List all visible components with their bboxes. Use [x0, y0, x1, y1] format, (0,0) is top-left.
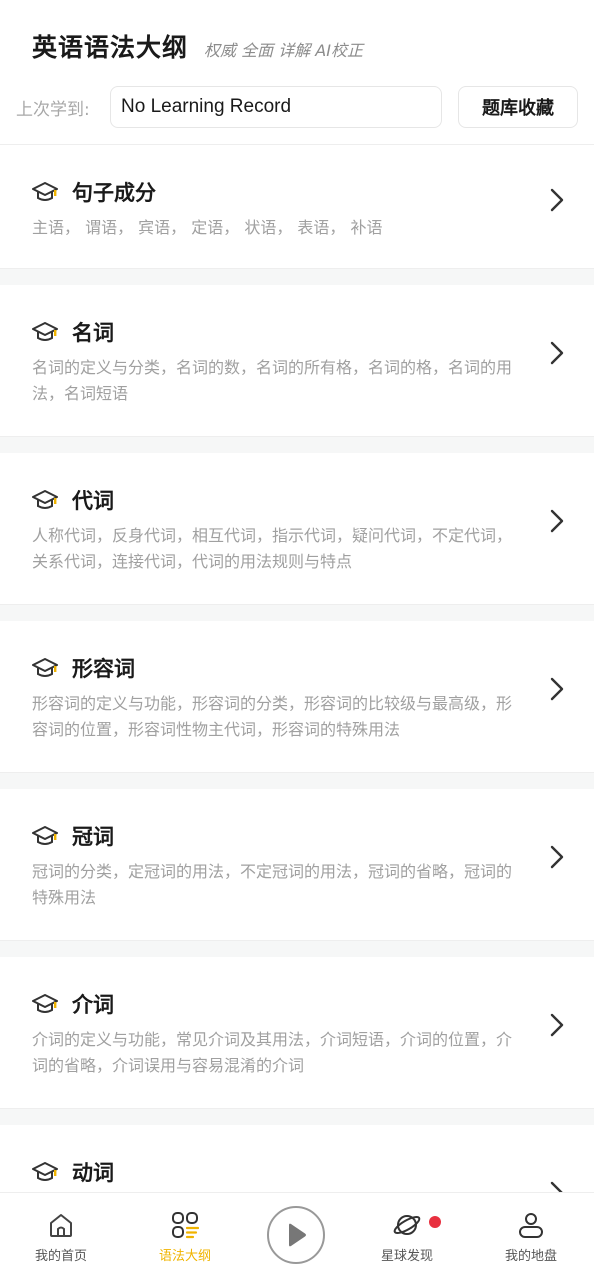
topic-description: 介词的定义与功能，常见介词及其用法，介词短语，介词的位置，介词的省略，介词误用与… [32, 1030, 513, 1075]
tab-discover[interactable]: 星球发现 [348, 1193, 466, 1280]
page-title: 英语语法大纲 [32, 33, 189, 62]
divider [0, 269, 594, 285]
tab-grammar-label: 语法大纲 [158, 1249, 211, 1264]
graduation-cap-icon [32, 658, 58, 677]
topic-head: 介词 [32, 989, 114, 1019]
divider [0, 437, 594, 453]
topic-title: 冠词 [72, 825, 114, 849]
page-subtitle: 权威 全面 详解 AI校正 [204, 41, 363, 60]
user-icon [519, 1213, 543, 1238]
play-button[interactable] [267, 1206, 325, 1264]
tab-profile[interactable]: 我的地盘 [472, 1193, 590, 1280]
tab-home[interactable]: 我的首页 [2, 1193, 120, 1280]
chevron-right-icon [550, 677, 564, 701]
topic-title: 名词 [72, 321, 114, 345]
topic-head: 代词 [32, 485, 114, 515]
home-icon [50, 1214, 72, 1237]
question-bank-button[interactable]: 题库收藏 [458, 86, 578, 128]
topic-card[interactable]: 冠词 冠词的分类，定冠词的用法，不定冠词的用法，冠词的省略，冠词的特殊用法 [0, 789, 594, 941]
topic-description: 人称代词，反身代词，相互代词，指示代词，疑问代词，不定代词，关系代词，连接代词，… [32, 526, 513, 571]
topic-description: 冠词的分类，定冠词的用法，不定冠词的用法，冠词的省略，冠词的特殊用法 [32, 862, 513, 907]
grid-list-icon [172, 1212, 199, 1239]
topic-card[interactable]: 形容词 形容词的定义与功能，形容词的分类，形容词的比较级与最高级，形容词的位置，… [0, 621, 594, 773]
graduation-cap-icon [32, 994, 58, 1013]
topic-head: 句子成分 [32, 177, 156, 207]
topic-head: 形容词 [32, 653, 135, 683]
topic-card[interactable]: 动词 [0, 1125, 594, 1192]
topic-description: 主语， 谓语， 宾语， 定语， 状语， 表语， 补语 [32, 218, 383, 237]
topic-card[interactable]: 名词 名词的定义与分类，名词的数，名词的所有格，名词的格，名词的用法，名词短语 [0, 285, 594, 437]
topic-title: 句子成分 [72, 181, 156, 205]
topic-card[interactable]: 句子成分 主语， 谓语， 宾语， 定语， 状语， 表语， 补语 [0, 145, 594, 269]
divider [0, 941, 594, 957]
graduation-cap-icon [32, 826, 58, 845]
topic-card[interactable]: 介词 介词的定义与功能，常见介词及其用法，介词短语，介词的位置，介词的省略，介词… [0, 957, 594, 1109]
tab-profile-label: 我的地盘 [504, 1249, 557, 1264]
topic-title: 动词 [72, 1161, 114, 1185]
last-study-label: 上次学到: [16, 99, 90, 120]
play-icon [289, 1223, 306, 1247]
topic-description: 形容词的定义与功能，形容词的分类，形容词的比较级与最高级，形容词的位置，形容词性… [32, 694, 513, 739]
chevron-right-icon [550, 509, 564, 533]
planet-icon [393, 1215, 421, 1235]
topic-description: 名词的定义与分类，名词的数，名词的所有格，名词的格，名词的用法，名词短语 [32, 358, 513, 403]
graduation-cap-icon [32, 322, 58, 341]
chevron-right-icon [550, 1181, 563, 1192]
chevron-right-icon [550, 341, 564, 365]
divider [0, 773, 594, 789]
topic-title: 代词 [72, 489, 114, 513]
topic-head: 名词 [32, 317, 114, 347]
chevron-right-icon [550, 1013, 564, 1037]
title-row: 英语语法大纲 权威 全面 详解 AI校正 [32, 28, 363, 64]
topic-card[interactable]: 代词 人称代词，反身代词，相互代词，指示代词，疑问代词，不定代词，关系代词，连接… [0, 453, 594, 605]
notification-dot [429, 1216, 441, 1228]
tab-discover-label: 星球发现 [380, 1249, 433, 1264]
topic-head: 动词 [32, 1157, 114, 1187]
header: 英语语法大纲 权威 全面 详解 AI校正 上次学到: No Learning R… [0, 0, 594, 144]
topic-title: 形容词 [72, 657, 135, 681]
last-study-row: 上次学到: No Learning Record 题库收藏 [16, 86, 578, 128]
graduation-cap-icon [32, 490, 58, 509]
tab-home-label: 我的首页 [34, 1249, 87, 1264]
topic-head: 冠词 [32, 821, 114, 851]
divider [0, 1109, 594, 1125]
topic-list: 句子成分 主语， 谓语， 宾语， 定语， 状语， 表语， 补语 名词 名词的定义… [0, 144, 594, 1192]
graduation-cap-icon [32, 182, 58, 201]
last-study-field[interactable]: No Learning Record [110, 86, 442, 128]
topic-title: 介词 [72, 993, 114, 1017]
divider [0, 605, 594, 621]
tab-grammar[interactable]: 语法大纲 [126, 1193, 244, 1280]
chevron-right-icon [550, 188, 564, 212]
chevron-right-icon [550, 845, 564, 869]
graduation-cap-icon [32, 1162, 58, 1181]
